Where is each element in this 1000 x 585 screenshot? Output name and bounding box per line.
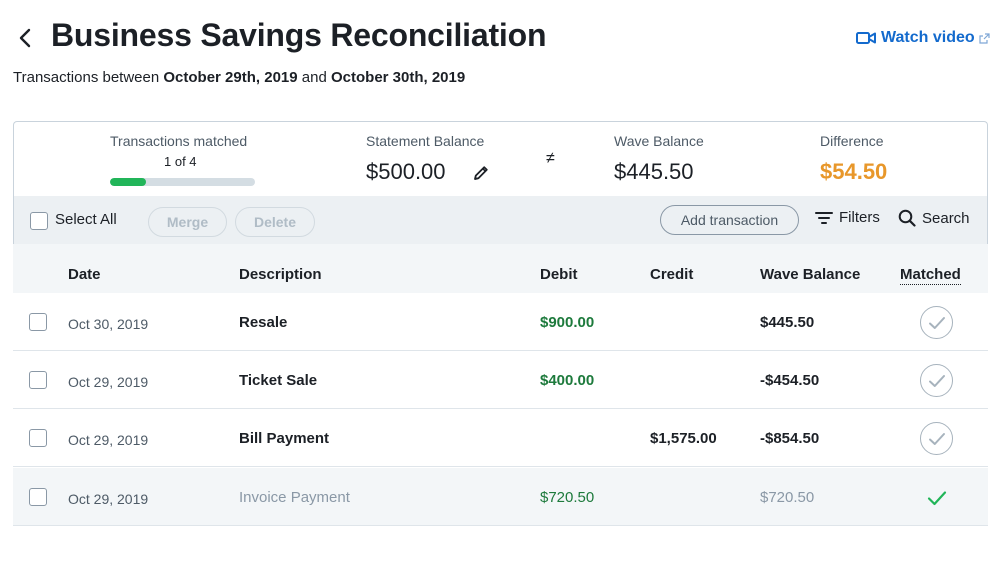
statement-balance-value: $500.00 <box>366 159 446 184</box>
row-checkbox[interactable] <box>29 429 47 447</box>
row-date: Oct 29, 2019 <box>68 491 149 507</box>
row-wave-balance: -$854.50 <box>760 430 820 447</box>
back-button[interactable] <box>12 22 38 54</box>
row-wave-balance: $445.50 <box>760 314 815 331</box>
column-header-matched[interactable]: Matched <box>900 266 961 285</box>
unmatch-button[interactable] <box>925 486 949 510</box>
wave-balance-value: $445.50 <box>614 159 694 184</box>
external-link-icon <box>979 32 990 44</box>
row-date: Oct 30, 2019 <box>68 316 149 332</box>
row-description: Bill Payment <box>239 430 330 447</box>
row-date: Oct 29, 2019 <box>68 432 149 448</box>
column-header-date[interactable]: Date <box>68 266 101 283</box>
row-debit: $900.00 <box>540 314 595 331</box>
row-checkbox[interactable] <box>29 313 47 331</box>
reconciliation-summary: Transactions matched 1 of 4 Statement Ba… <box>13 121 988 196</box>
row-wave-balance: -$454.50 <box>760 372 820 389</box>
match-button[interactable] <box>920 422 953 455</box>
difference-value: $54.50 <box>820 159 888 184</box>
delete-button[interactable]: Delete <box>235 207 315 237</box>
check-icon <box>928 374 946 388</box>
page-header: Business Savings Reconciliation Watch vi… <box>0 0 1000 70</box>
search-button[interactable]: Search <box>898 209 970 227</box>
search-label: Search <box>922 209 970 227</box>
column-header-wave-balance[interactable]: Wave Balance <box>760 266 860 283</box>
row-wave-balance: $720.50 <box>760 489 815 506</box>
row-date: Oct 29, 2019 <box>68 374 149 390</box>
row-description: Resale <box>239 314 288 331</box>
add-transaction-button[interactable]: Add transaction <box>660 205 799 235</box>
filter-lines-icon <box>815 211 833 225</box>
watch-video-label: Watch video <box>881 29 975 46</box>
match-button[interactable] <box>920 364 953 397</box>
match-button[interactable] <box>920 306 953 339</box>
subtitle-end-date: October 30th, 2019 <box>330 69 466 86</box>
subtitle-and: and <box>301 69 327 86</box>
row-description: Invoice Payment <box>239 489 350 506</box>
column-header-debit[interactable]: Debit <box>540 266 578 283</box>
matched-count: 1 of 4 <box>164 154 197 169</box>
matched-label: Transactions matched <box>110 133 248 149</box>
watch-video-link[interactable]: Watch video <box>856 29 990 47</box>
subtitle-prefix: Transactions between <box>13 69 160 86</box>
filters-button[interactable]: Filters <box>815 209 880 226</box>
page-title: Business Savings Reconciliation <box>51 17 547 53</box>
date-range-subtitle: Transactions between October 29th, 2019 … <box>13 69 465 86</box>
matched-progress-fill <box>110 178 147 186</box>
video-camera-icon <box>856 31 876 45</box>
table-header: Date Description Debit Credit Wave Balan… <box>13 244 988 293</box>
table-row[interactable]: Oct 29, 2019 Invoice Payment $720.50 $72… <box>13 468 988 526</box>
row-debit: $720.50 <box>540 489 595 506</box>
wave-balance-label: Wave Balance <box>614 133 704 149</box>
row-debit: $400.00 <box>540 372 595 389</box>
statement-balance-label: Statement Balance <box>366 133 485 149</box>
row-checkbox[interactable] <box>29 371 47 389</box>
filters-label: Filters <box>839 209 880 226</box>
edit-statement-balance-button[interactable] <box>470 162 492 184</box>
pencil-icon <box>472 164 490 182</box>
check-icon <box>928 316 946 330</box>
table-row[interactable]: Oct 29, 2019 Ticket Sale $400.00 -$454.5… <box>13 351 988 409</box>
row-checkbox[interactable] <box>29 488 47 506</box>
difference-label: Difference <box>820 133 884 149</box>
check-icon <box>928 432 946 446</box>
row-description: Ticket Sale <box>239 372 318 389</box>
merge-button[interactable]: Merge <box>148 207 227 237</box>
select-all-checkbox[interactable] <box>30 212 48 230</box>
not-equal-sign: ≠ <box>546 150 555 167</box>
subtitle-start-date: October 29th, 2019 <box>163 69 298 86</box>
table-toolbar: Select All Merge Delete Add transaction … <box>13 196 988 244</box>
select-all-label[interactable]: Select All <box>55 211 117 228</box>
check-icon <box>927 490 947 506</box>
row-credit: $1,575.00 <box>650 430 717 447</box>
matched-progress-bar <box>110 178 255 186</box>
table-row[interactable]: Oct 29, 2019 Bill Payment $1,575.00 -$85… <box>13 409 988 467</box>
magnifier-icon <box>898 209 916 227</box>
column-header-description[interactable]: Description <box>239 266 322 283</box>
table-row[interactable]: Oct 30, 2019 Resale $900.00 $445.50 <box>13 293 988 351</box>
chevron-left-icon <box>18 28 32 48</box>
column-header-credit[interactable]: Credit <box>650 266 693 283</box>
